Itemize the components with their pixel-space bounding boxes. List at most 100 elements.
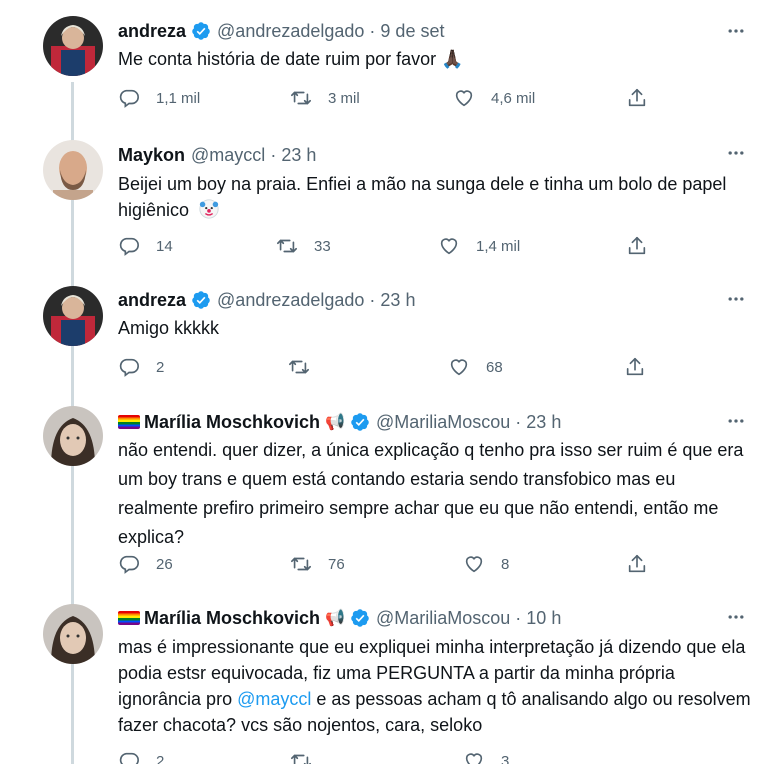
verified-badge-icon [351,609,369,627]
verified-badge-icon [192,22,210,40]
tweet-header: andreza @andrezadelgado · 9 de set [118,19,444,43]
retweet-button[interactable] [290,750,312,764]
like-icon [465,556,483,573]
reply-count: 14 [156,237,173,255]
retweet-button[interactable]: 76 [290,553,345,575]
timestamp[interactable]: 23 h [526,412,561,433]
display-name[interactable]: Marília Moschkovich [144,608,320,629]
tweet-text: Amigo kkkkk [118,315,754,341]
display-name[interactable]: andreza [118,290,186,311]
like-count: 8 [501,555,510,573]
display-name[interactable]: andreza [118,21,186,42]
like-button[interactable]: 8 [463,553,509,575]
tweet-1[interactable]: andreza @andrezadelgado · 9 de set Me co… [0,0,760,140]
megaphone-emoji: 📢 [325,610,345,627]
like-count: 68 [486,358,503,376]
handle[interactable]: @mayccl [191,145,265,166]
avatar-marilia[interactable] [43,604,103,664]
more-icon[interactable] [725,410,747,432]
reply-count: 2 [156,358,165,376]
reply-button[interactable]: 1,1 mil [118,87,200,109]
rainbow-flag-icon [118,611,140,625]
like-button[interactable]: 1,4 mil [438,235,520,257]
retweet-icon [277,239,297,253]
retweet-button[interactable]: 3 mil [290,87,360,109]
share-button[interactable] [624,356,646,378]
timestamp[interactable]: 10 h [526,608,561,629]
tweet-4[interactable]: Marília Moschkovich 📢 @MariliaMoscou · 2… [0,390,760,600]
clown-emoji-icon [199,199,219,219]
timestamp[interactable]: 9 de set [380,21,444,42]
timestamp[interactable]: 23 h [281,145,316,166]
tweet-actions: 26 76 8 [118,553,658,577]
more-icon[interactable] [725,20,747,42]
tweet-actions: 14 33 1,4 mil [118,235,658,259]
like-count: 1,4 mil [476,237,521,255]
handle[interactable]: @andrezadelgado [217,21,364,42]
separator-dot: · [369,289,376,310]
more-icon[interactable] [725,288,747,310]
reply-icon [119,358,139,377]
separator-dot: · [515,411,522,432]
tweet-text-content: não entendi. quer dizer, a única explica… [118,440,744,547]
retweet-count: 3 mil [328,89,360,107]
tweet-3[interactable]: andreza @andrezadelgado · 23 h Amigo kkk… [0,280,760,390]
separator-dot: · [515,607,522,628]
tweet-2[interactable]: Maykon @mayccl · 23 h Beijei um boy na p… [0,140,760,280]
tweet-header: Marília Moschkovich 📢 @MariliaMoscou · 1… [118,606,561,630]
tweet-text-content: Amigo kkkkk [118,318,220,338]
reply-button[interactable]: 26 [118,553,173,575]
tweet-text-content: Me conta história de date ruim por favor [118,49,437,69]
reply-icon [119,89,139,108]
tweet-text: não entendi. quer dizer, a única explica… [118,436,754,552]
like-icon [465,753,483,764]
separator-dot: · [369,20,376,41]
retweet-icon [291,754,311,764]
reply-button[interactable]: 14 [118,235,173,257]
share-icon [628,236,646,255]
tweet-actions: 2 68 [118,356,658,380]
mention-link[interactable]: @mayccl [237,689,311,709]
avatar-marilia[interactable] [43,406,103,466]
handle[interactable]: @MariliaMoscou [376,608,510,629]
share-button[interactable] [626,87,648,109]
more-icon[interactable] [725,606,747,628]
display-name[interactable]: Maykon [118,145,185,166]
reply-button[interactable]: 2 [118,356,164,378]
tweet-5[interactable]: Marília Moschkovich 📢 @MariliaMoscou · 1… [0,600,760,764]
reply-count: 1,1 mil [156,89,201,107]
tweet-actions: 1,1 mil 3 mil 4,6 mil [118,87,658,111]
handle[interactable]: @MariliaMoscou [376,412,510,433]
avatar-maykon[interactable] [43,140,103,200]
display-name[interactable]: Marília Moschkovich [144,412,320,433]
tweet-header: andreza @andrezadelgado · 23 h [118,288,415,312]
like-icon [450,359,468,376]
retweet-icon [291,91,311,105]
timestamp[interactable]: 23 h [380,290,415,311]
handle[interactable]: @andrezadelgado [217,290,364,311]
reply-icon [119,555,139,574]
tweet-text: mas é impressionante que eu expliquei mi… [118,634,754,738]
like-count: 4,6 mil [491,89,536,107]
retweet-button[interactable]: 33 [276,235,331,257]
reply-icon [119,752,139,764]
like-button[interactable]: 3 [463,750,509,764]
share-button[interactable] [626,553,648,575]
reply-icon [119,237,139,256]
share-icon [628,88,646,107]
retweet-button[interactable] [288,356,310,378]
like-button[interactable]: 4,6 mil [453,87,535,109]
more-icon[interactable] [725,142,747,164]
share-button[interactable] [626,235,648,257]
avatar-andreza[interactable] [43,16,103,76]
rainbow-flag-icon [118,415,140,429]
avatar-andreza[interactable] [43,286,103,346]
separator-dot: · [270,144,277,165]
verified-badge-icon [351,413,369,431]
prayer-emoji: 🙏🏿 [441,49,464,69]
reply-button[interactable]: 2 [118,750,164,764]
tweet-header: Marília Moschkovich 📢 @MariliaMoscou · 2… [118,410,561,434]
like-count: 3 [501,752,510,764]
megaphone-emoji: 📢 [325,414,345,431]
like-button[interactable]: 68 [448,356,503,378]
